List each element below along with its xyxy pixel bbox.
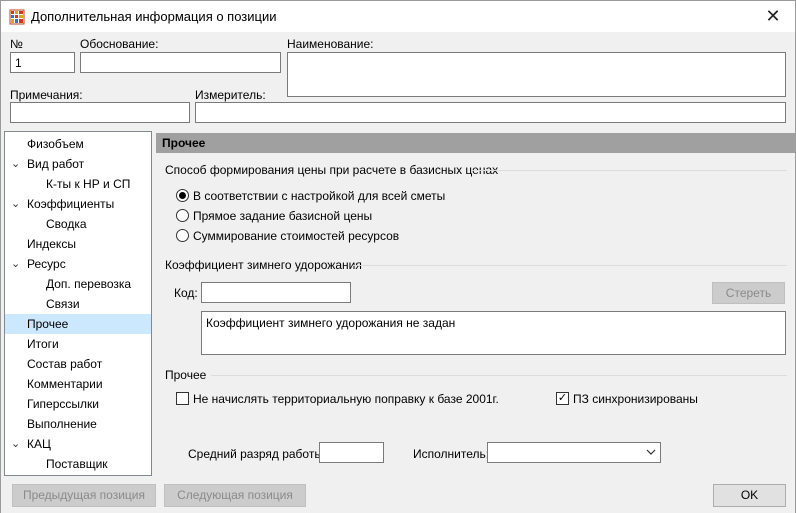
- radio-direct-price-label[interactable]: Прямое задание базисной цены: [193, 209, 372, 223]
- avg-grade-label: Средний разряд работы:: [188, 447, 327, 461]
- notes-field[interactable]: [10, 102, 190, 123]
- winter-code-field[interactable]: [201, 282, 351, 303]
- tree-item[interactable]: ⌄ Ресурс: [5, 254, 151, 274]
- name-label: Наименование:: [287, 37, 374, 51]
- window-title: Дополнительная информация о позиции: [31, 9, 277, 24]
- section-header: Прочее: [156, 133, 795, 153]
- tree-item[interactable]: Доп. перевозка: [5, 274, 151, 294]
- notes-label: Примечания:: [10, 88, 83, 102]
- executor-label: Исполнитель:: [413, 447, 490, 461]
- radio-direct-price[interactable]: [176, 209, 189, 222]
- tree-item-label: Гиперссылки: [27, 397, 99, 411]
- pz-sync-label[interactable]: ПЗ синхронизированы: [573, 392, 698, 406]
- tree-item[interactable]: Индексы: [5, 234, 151, 254]
- close-button[interactable]: ✕: [751, 1, 795, 32]
- app-grid-icon: [9, 9, 25, 25]
- tree-item[interactable]: Физобъем: [5, 134, 151, 154]
- tree-item-label: Индексы: [27, 237, 76, 251]
- ok-button[interactable]: OK: [713, 484, 786, 507]
- group-divider: [353, 265, 787, 266]
- winter-group-title: Коэффициент зимнего удорожания: [165, 258, 362, 272]
- radio-per-estimate-label[interactable]: В соответствии с настройкой для всей сме…: [193, 189, 445, 203]
- other-group-title: Прочее: [165, 368, 207, 382]
- tree-item[interactable]: Состав работ: [5, 354, 151, 374]
- name-field[interactable]: [287, 52, 786, 97]
- tree-item[interactable]: Поставщик: [5, 454, 151, 474]
- tree-item-label: Вид работ: [27, 157, 85, 171]
- radio-sum-resources-label[interactable]: Суммирование стоимостей ресурсов: [193, 229, 399, 243]
- tree-item[interactable]: ⌄ Коэффициенты: [5, 194, 151, 214]
- basis-label: Обоснование:: [80, 37, 159, 51]
- tree-item[interactable]: Комментарии: [5, 374, 151, 394]
- tree-item-label: Выполнение: [27, 417, 97, 431]
- tree-item-label: Итоги: [27, 337, 59, 351]
- tree-item[interactable]: Прочее: [5, 314, 151, 334]
- radio-per-estimate[interactable]: [176, 189, 189, 202]
- pricing-group-title: Способ формирования цены при расчете в б…: [165, 163, 499, 177]
- tree-item-label: Комментарии: [27, 377, 103, 391]
- previous-position-button[interactable]: Предыдущая позиция: [12, 484, 156, 507]
- tree-item[interactable]: ⌄ КАЦ: [5, 434, 151, 454]
- expand-chevron-icon[interactable]: ⌄: [11, 154, 23, 174]
- no-territorial-checkbox[interactable]: [176, 392, 189, 405]
- tree-item-label: Прочее: [27, 317, 69, 331]
- tree-item-label: Коэффициенты: [27, 197, 115, 211]
- title-bar: Дополнительная информация о позиции ✕: [1, 1, 795, 32]
- expand-chevron-icon[interactable]: ⌄: [11, 254, 23, 274]
- radio-sum-resources[interactable]: [176, 229, 189, 242]
- winter-coefficient-memo: Коэффициент зимнего удорожания не задан: [201, 311, 786, 355]
- tree-item[interactable]: Гиперссылки: [5, 394, 151, 414]
- tree-item[interactable]: Выполнение: [5, 414, 151, 434]
- section-tree[interactable]: Физобъем ⌄ Вид работ К-ты к НР и СП ⌄ Коэффиц…: [4, 131, 152, 476]
- dialog-window: Дополнительная информация о позиции ✕ № …: [0, 0, 796, 513]
- tree-item[interactable]: Сводка: [5, 214, 151, 234]
- group-divider: [211, 375, 787, 376]
- tree-item-label: Поставщик: [46, 457, 108, 471]
- unit-field[interactable]: [195, 102, 786, 123]
- tree-item-label: К-ты к НР и СП: [46, 177, 131, 191]
- avg-grade-field[interactable]: [319, 442, 384, 463]
- unit-label: Измеритель:: [195, 88, 266, 102]
- tree-item-label: Ресурс: [27, 257, 66, 271]
- number-field[interactable]: 1: [10, 52, 75, 73]
- expand-chevron-icon[interactable]: ⌄: [11, 194, 23, 214]
- expand-chevron-icon[interactable]: ⌄: [11, 434, 23, 454]
- tree-item-label: Доп. перевозка: [46, 277, 132, 291]
- chevron-down-icon: [646, 449, 656, 455]
- no-territorial-label[interactable]: Не начислять территориальную поправку к …: [193, 392, 499, 406]
- tree-item-label: Состав работ: [27, 357, 103, 371]
- number-label: №: [10, 37, 23, 51]
- pz-sync-checkbox[interactable]: ✓: [556, 392, 569, 405]
- clear-button[interactable]: Стереть: [712, 282, 785, 304]
- close-icon: ✕: [765, 6, 781, 26]
- tree-item[interactable]: К-ты к НР и СП: [5, 174, 151, 194]
- tree-item[interactable]: Связи: [5, 294, 151, 314]
- tree-item-label: Сводка: [46, 217, 87, 231]
- tree-item[interactable]: ⌄ Вид работ: [5, 154, 151, 174]
- tree-item-label: Физобъем: [27, 137, 84, 151]
- tree-item[interactable]: Итоги: [5, 334, 151, 354]
- basis-field[interactable]: [80, 52, 281, 73]
- next-position-button[interactable]: Следующая позиция: [164, 484, 306, 507]
- executor-select[interactable]: [487, 442, 661, 463]
- tree-item-label: КАЦ: [27, 437, 51, 451]
- group-divider: [471, 170, 787, 171]
- code-label: Код:: [174, 286, 198, 300]
- tree-item-label: Связи: [46, 297, 80, 311]
